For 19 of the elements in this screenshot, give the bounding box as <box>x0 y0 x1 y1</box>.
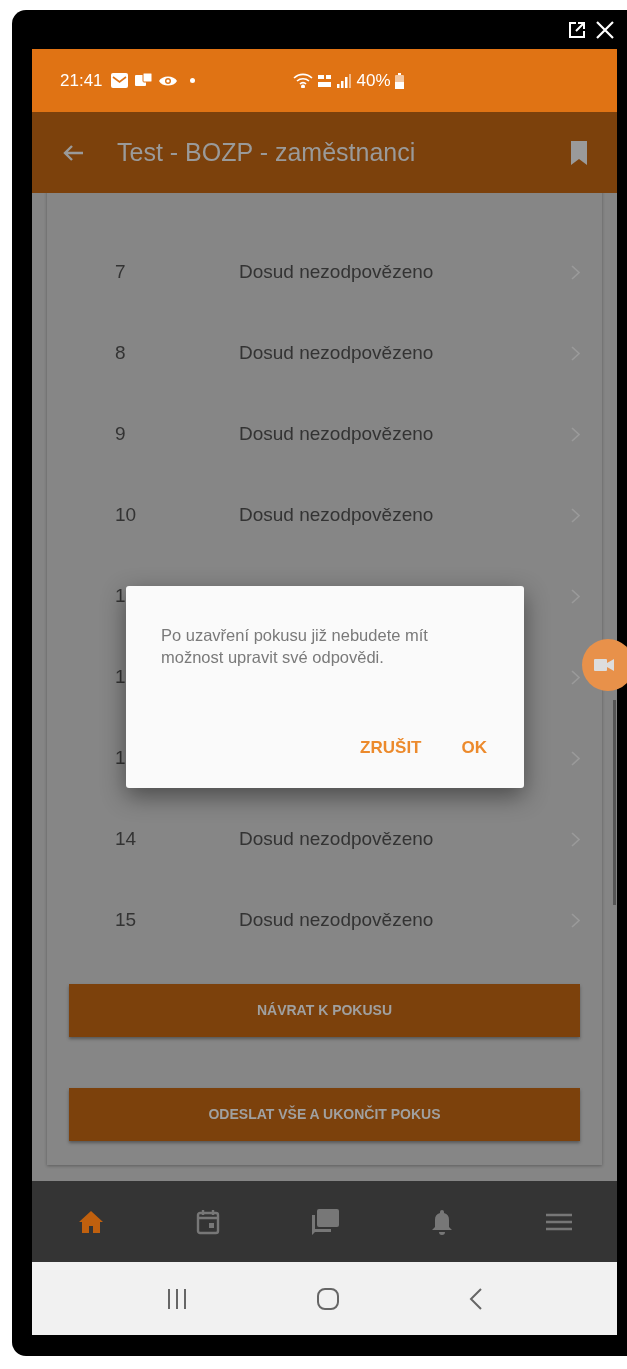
app-title: Test - BOZP - zaměstnanci <box>117 136 417 168</box>
answer-status: Dosud nezodpovězeno <box>238 503 435 528</box>
question-number: 7 <box>114 260 127 285</box>
question-number: 10 <box>114 503 138 528</box>
battery-percent: 40% <box>356 69 391 92</box>
answer-status: Dosud nezodpovězeno <box>238 827 435 852</box>
question-number: 8 <box>114 341 127 366</box>
question-number: 1 <box>114 746 127 771</box>
question-number: 1 <box>114 665 127 690</box>
answer-status: Dosud nezodpovězeno <box>238 260 435 285</box>
question-number: 1 <box>114 584 127 609</box>
answer-status: Dosud nezodpovězeno <box>238 422 435 447</box>
status-time: 21:41 <box>60 69 103 92</box>
question-number: 9 <box>114 422 127 447</box>
question-number: 15 <box>114 908 138 933</box>
dialog-message: Po uzavření pokusu již nebudete mít možnost upravit své odpovědi. <box>161 625 429 668</box>
answer-status: Dosud nezodpovězeno <box>238 341 435 366</box>
question-number: 14 <box>114 827 138 852</box>
answer-status: Dosud nezodpovězeno <box>238 908 435 933</box>
